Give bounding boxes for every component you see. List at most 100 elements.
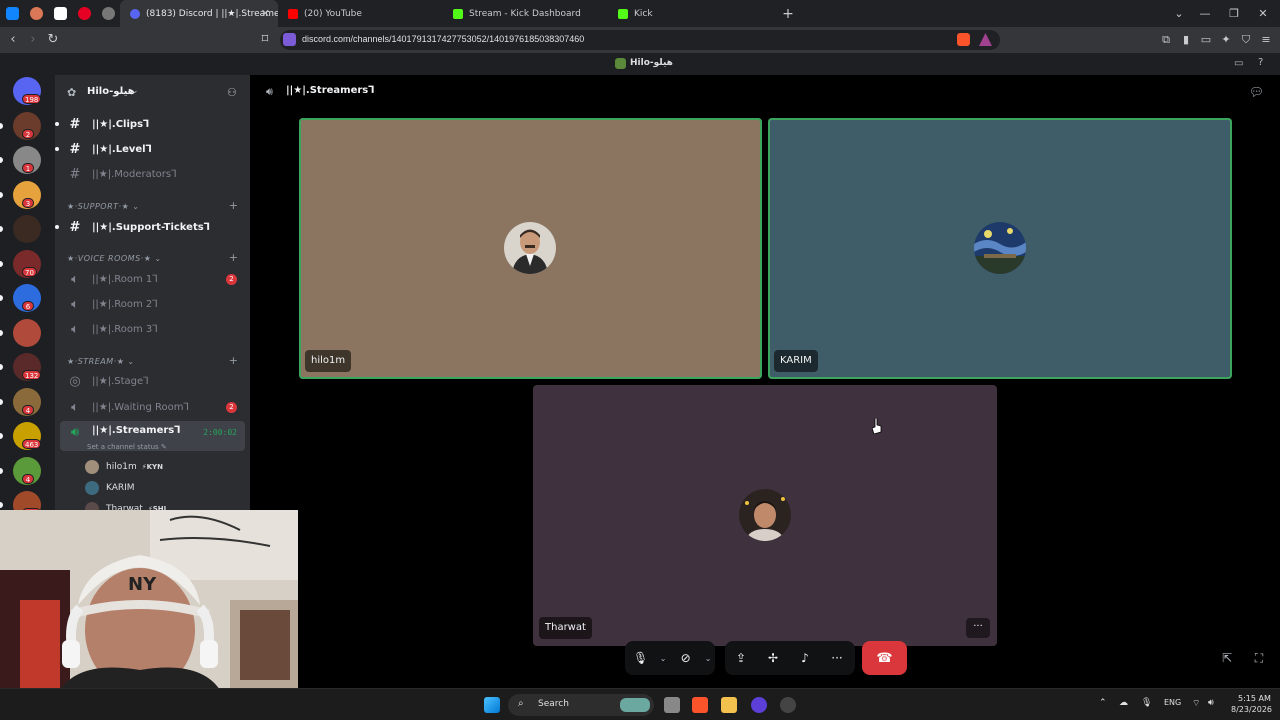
task-view-icon[interactable]	[664, 697, 680, 713]
back-icon[interactable]: ‹	[4, 31, 22, 49]
category-support[interactable]: ★·SUPPORT·★ ⌄	[67, 202, 140, 211]
taskbar-search-box[interactable]: ⌕ Search	[508, 694, 654, 716]
chat-bubble-icon[interactable]: 💬︎	[1249, 85, 1264, 99]
disconnect-button[interactable]: ☎︎	[862, 641, 907, 675]
microphone-button[interactable]: 🎙︎	[625, 641, 656, 675]
tab-youtube[interactable]: (20) YouTube	[278, 0, 443, 27]
channel-status-prompt[interactable]: Set a channel status ✎	[87, 443, 167, 451]
input-language[interactable]: ENG	[1164, 698, 1181, 707]
server-icon[interactable]	[13, 215, 41, 243]
pinned-tab-generic[interactable]	[96, 0, 120, 27]
channel-name: ||★|.Waiting Room⅂	[92, 401, 190, 413]
channel-name: ||★|.Support-Tickets⅂	[92, 221, 210, 233]
windows-start-icon[interactable]	[484, 697, 500, 713]
clock-date[interactable]: 8/23/2026	[1231, 705, 1272, 714]
add-channel-icon[interactable]: +	[229, 354, 238, 367]
pop-out-icon[interactable]: ⇱	[1219, 650, 1235, 666]
avatar-image	[974, 222, 1026, 274]
voice-channel-room-2[interactable]: 🔈︎ ||★|.Room 2⅂	[60, 293, 245, 315]
channel-clips[interactable]: # ||★|.Clips⅂	[55, 113, 245, 135]
forward-icon[interactable]: ›	[24, 31, 42, 49]
mention-badge: 70	[22, 266, 37, 277]
network-app-icon[interactable]: ☁︎	[1119, 698, 1128, 708]
participant-tile-hilo1m[interactable]: hilo1m	[299, 118, 762, 379]
participant-name: Tharwat	[539, 617, 592, 639]
channel-level[interactable]: # ||★|.Level⅂	[55, 138, 245, 160]
activities-button[interactable]: ✢	[757, 641, 789, 675]
mention-badge: 463	[22, 439, 42, 449]
brave-shields-icon[interactable]	[957, 33, 970, 46]
unread-pip	[0, 398, 3, 405]
avatar	[974, 222, 1026, 274]
unread-pip	[0, 433, 3, 439]
tab-discord[interactable]: (8183) Discord | ||★|.Streame ✕	[120, 0, 278, 27]
svg-text:NY: NY	[128, 574, 157, 595]
voice-user-hilo1m[interactable]: hilo1m ⚡KYN	[85, 458, 163, 476]
voice-channel-room-3[interactable]: 🔈︎ ||★|.Room 3⅂	[60, 318, 245, 340]
site-info-icon[interactable]	[283, 33, 296, 46]
participant-tile-karim[interactable]: KARIM	[768, 118, 1232, 379]
channel-support-tickets[interactable]: # ||★|.Support-Tickets⅂	[55, 216, 245, 238]
app-icon[interactable]	[780, 697, 796, 713]
extensions-icon[interactable]: ⧉	[1159, 33, 1173, 47]
camera-off-button[interactable]: ⊘	[670, 641, 701, 675]
clock-time[interactable]: 5:15 AM	[1238, 694, 1271, 703]
user-count-badge: 2	[226, 401, 237, 413]
pinned-tab-bluesky[interactable]	[0, 0, 24, 27]
channel-name: ||★|.Level⅂	[92, 143, 152, 155]
sidebar-icon[interactable]: ▮	[1179, 33, 1193, 47]
reload-icon[interactable]: ↻	[44, 31, 62, 49]
fullscreen-icon[interactable]: ⛶	[1251, 650, 1267, 666]
wallet-icon[interactable]: ▭	[1199, 33, 1213, 47]
pinned-tab-pinterest[interactable]	[72, 0, 96, 27]
wifi-icon[interactable]: ⌔	[1192, 698, 1200, 709]
unread-pip	[0, 260, 3, 267]
bluesky-icon	[5, 7, 19, 20]
voice-channel-waiting-room[interactable]: 🔈︎ ||★|.Waiting Room⅂ 2	[60, 396, 245, 418]
server-icon[interactable]	[13, 318, 41, 347]
invite-people-icon[interactable]: ⚇	[227, 86, 237, 99]
server-header[interactable]: ✿ Hilo-هيلو ⌄ ⚇	[55, 75, 250, 109]
tray-overflow-icon[interactable]: ⌃	[1099, 698, 1107, 708]
category-voice-rooms[interactable]: ★·VOICE ROOMS·★ ⌄	[67, 254, 162, 263]
minimize-button[interactable]: —	[1190, 0, 1220, 27]
close-tab-icon[interactable]: ✕	[261, 7, 270, 20]
pinned-tab-claude[interactable]	[24, 0, 48, 27]
tab-kick-dashboard[interactable]: Stream - Kick Dashboard	[443, 0, 608, 27]
channel-moderators[interactable]: # ||★|.Moderators⅂	[60, 163, 245, 185]
address-bar[interactable]: discord.com/channels/1401791317427753052…	[280, 30, 1000, 50]
tab-title: (20) YouTube	[304, 8, 362, 19]
vpn-icon[interactable]: ⛉	[1239, 33, 1253, 47]
restore-button[interactable]: ❐	[1219, 0, 1249, 27]
stage-channel[interactable]: ◎ ||★|.Stage⅂	[60, 370, 245, 392]
channel-name: ||★|.Clips⅂	[92, 118, 149, 130]
more-actions-button[interactable]: ···	[821, 641, 853, 675]
share-screen-button[interactable]: ⇪	[725, 641, 757, 675]
add-channel-icon[interactable]: +	[229, 251, 238, 264]
voice-user-karim[interactable]: KARIM	[85, 479, 135, 497]
menu-icon[interactable]: ≡	[1259, 33, 1273, 47]
mic-tray-icon[interactable]: 🎙︎	[1141, 698, 1152, 708]
speaker-icon: 🔈︎	[71, 399, 79, 415]
obs-icon[interactable]	[751, 697, 767, 713]
category-stream[interactable]: ★·STREAM·★ ⌄	[67, 357, 135, 366]
help-icon[interactable]: ?	[1258, 57, 1263, 68]
mic-options-chevron-icon[interactable]: ⌄	[656, 641, 670, 675]
add-channel-icon[interactable]: +	[229, 199, 238, 212]
bookmark-icon[interactable]: ⌑	[256, 31, 274, 49]
camera-options-chevron-icon[interactable]: ⌄	[701, 641, 715, 675]
more-options-button[interactable]: ···	[966, 618, 990, 638]
volume-icon[interactable]: 🔊︎	[1208, 698, 1214, 708]
participant-tile-tharwat[interactable]: Tharwat ···	[533, 385, 997, 646]
brave-taskbar-icon[interactable]	[692, 697, 708, 713]
call-timer: 2:00:02	[203, 428, 237, 437]
voice-channel-room-1[interactable]: 🔈︎ ||★|.Room 1⅂ 2	[60, 268, 245, 290]
new-tab-button[interactable]: +	[773, 6, 803, 22]
inbox-icon[interactable]: ▭	[1234, 58, 1243, 69]
leo-ai-icon[interactable]: ✦	[1219, 33, 1233, 47]
close-window-button[interactable]: ✕	[1248, 0, 1278, 27]
file-explorer-icon[interactable]	[721, 697, 737, 713]
tab-kick[interactable]: Kick	[608, 0, 773, 27]
pinned-tab-notion[interactable]	[48, 0, 72, 27]
soundboard-button[interactable]: ♪	[789, 641, 821, 675]
